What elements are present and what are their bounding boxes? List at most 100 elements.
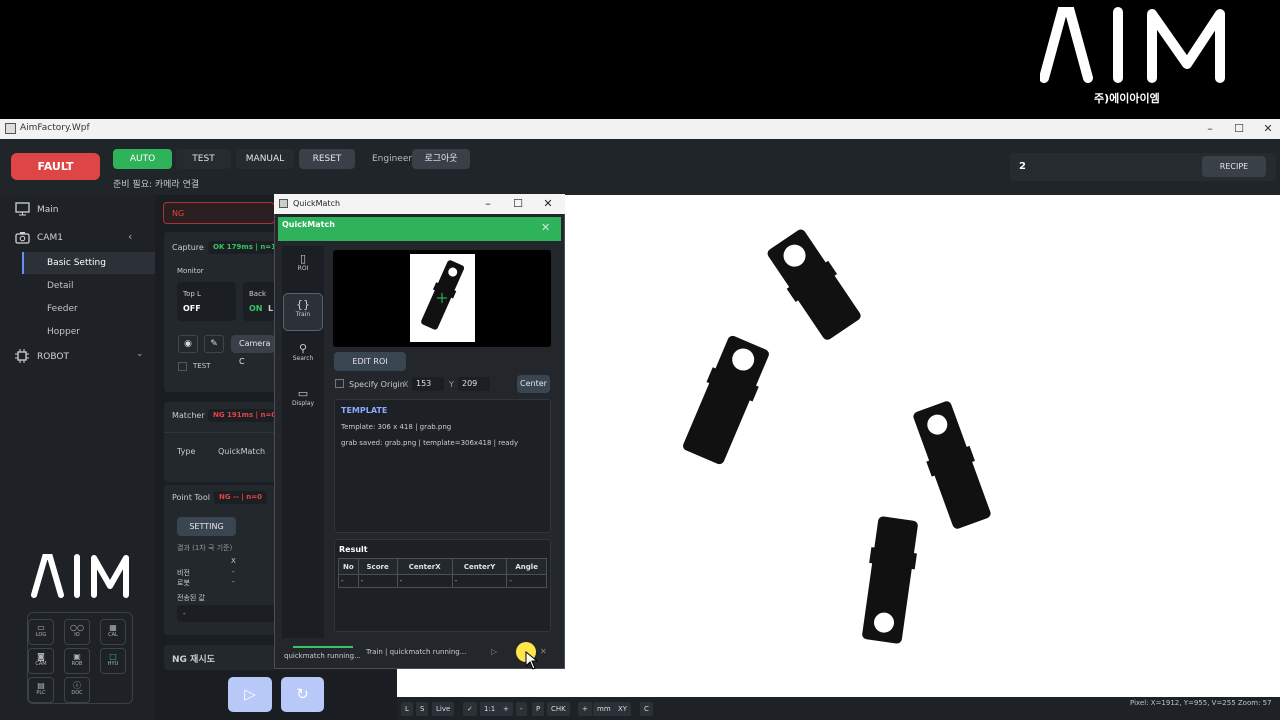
reload-button[interactable]: ↻ [281, 677, 324, 712]
tool-check-icon[interactable]: ✓ [463, 702, 477, 716]
cal-button[interactable]: ▦ CAL [100, 619, 126, 645]
camera-button[interactable]: Camera C [231, 335, 275, 366]
quickmatch-minimize-button[interactable]: – [478, 196, 498, 212]
reset-button[interactable]: RESET [299, 149, 355, 169]
search-icon: ⚲ [298, 342, 308, 355]
fault-button[interactable]: FAULT [11, 153, 100, 180]
hyu-icon: □ [109, 652, 117, 661]
plc-button[interactable]: ▤ PLC [28, 677, 54, 703]
tool-p[interactable]: P [532, 702, 545, 716]
quickmatch-status-right: Train | quickmatch running... [366, 648, 467, 656]
test-checkbox[interactable] [178, 362, 187, 371]
sent-value-label: 전송된 값 [177, 594, 205, 602]
log-button[interactable]: ▭ LOG [28, 619, 54, 645]
doc-button[interactable]: ⓘ DOC [64, 677, 90, 703]
aim-logo [1040, 7, 1225, 83]
top-l-value: OFF [183, 304, 201, 313]
result-title: Result [339, 545, 368, 554]
vision-label: 비전 [177, 569, 190, 577]
quickmatch-app-icon [279, 199, 288, 208]
part-1 [767, 229, 861, 340]
matcher-status-badge: NG 191ms | n=0 [208, 409, 282, 422]
tool-zoom-in[interactable]: + [499, 702, 513, 716]
tool-xy[interactable]: XY [614, 702, 632, 716]
pixel-info: Pixel: X=1912, Y=955, V=255 Zoom: 57 [1130, 699, 1272, 707]
plc-icon: ▤ [37, 681, 45, 690]
close-button[interactable]: ✕ [1258, 121, 1278, 137]
logout-button[interactable]: 로그아웃 [412, 149, 470, 169]
table-row: - - - - - [338, 574, 547, 588]
center-button[interactable]: Center [517, 375, 550, 393]
top-l-label: Top L [183, 290, 201, 298]
brush-icon[interactable]: ✎ [204, 335, 224, 353]
sidebar-item-robot[interactable]: ROBOT [37, 352, 69, 362]
stop-icon[interactable]: ✕ [540, 647, 547, 656]
origin-y-input[interactable]: 209 [458, 377, 490, 391]
document-icon: ▯ [299, 252, 307, 265]
setting-button[interactable]: SETTING [177, 517, 236, 536]
ng-status-text: NG [172, 209, 185, 218]
cam-button[interactable]: ◙ CAM [28, 648, 54, 674]
origin-x-input[interactable]: 153 [412, 377, 444, 391]
back-label: Back [249, 290, 266, 298]
type-value[interactable]: QuickMatch [218, 447, 265, 456]
type-label: Type [177, 447, 196, 456]
quickmatch-header-close-icon[interactable]: ✕ [541, 221, 550, 234]
rob-button[interactable]: ▣ ROB [64, 648, 90, 674]
auto-mode-button[interactable]: AUTO [113, 149, 172, 169]
tool-chk[interactable]: CHK [547, 702, 570, 716]
progress-bar [293, 646, 353, 648]
specify-origin-checkbox[interactable] [335, 379, 344, 388]
quickmatch-close-button[interactable]: ✕ [538, 196, 558, 212]
manual-mode-button[interactable]: MANUAL [236, 149, 294, 169]
sidebar-item-detail[interactable]: Detail [47, 281, 74, 291]
tool-search[interactable]: ⚲ Search [283, 338, 323, 376]
chevron-down-icon[interactable]: ⌄ [136, 349, 144, 359]
play-button[interactable]: ▷ [228, 677, 272, 712]
sent-value: - [183, 610, 186, 618]
io-icon: ○○ [70, 623, 84, 632]
snapshot-icon[interactable]: ◉ [178, 335, 198, 353]
cam-icon: ◙ [37, 652, 45, 661]
tool-zoom-out[interactable]: - [516, 702, 527, 716]
tool-live[interactable]: Live [432, 702, 455, 716]
chevron-left-icon[interactable]: ‹ [128, 230, 132, 243]
io-button[interactable]: ○○ IO [64, 619, 90, 645]
col-no: No [338, 558, 359, 575]
quickmatch-window-title: QuickMatch [293, 199, 341, 208]
run-icon[interactable]: ▷ [491, 647, 497, 656]
vision-x-value: - [232, 568, 235, 576]
hyu-button[interactable]: □ HYU [100, 648, 126, 674]
recipe-button[interactable]: RECIPE [1202, 156, 1266, 177]
sidebar-item-feeder[interactable]: Feeder [47, 304, 78, 314]
col-score: Score [357, 558, 398, 575]
tool-c[interactable]: C [640, 702, 653, 716]
sidebar-item-cam1[interactable]: CAM1 [37, 233, 63, 243]
tool-display[interactable]: ▭ Display [283, 383, 323, 421]
specify-origin-label: Specify Origin [349, 380, 405, 389]
col-centery: CenterY [451, 558, 508, 575]
quickmatch-maximize-button[interactable]: ☐ [508, 196, 528, 212]
tool-l[interactable]: L [401, 702, 413, 716]
tool-one-to-one[interactable]: 1:1 [480, 702, 500, 716]
tool-plus[interactable]: + [578, 702, 592, 716]
robot-x-value: - [232, 578, 235, 586]
minimize-button[interactable]: – [1200, 121, 1220, 137]
edit-roi-button[interactable]: EDIT ROI [334, 352, 406, 371]
back-extra: L [268, 304, 274, 313]
count-value: 2 [1019, 161, 1026, 172]
sidebar-item-hopper[interactable]: Hopper [47, 327, 80, 337]
maximize-button[interactable]: ☐ [1229, 121, 1249, 137]
monitor-label: Monitor [177, 267, 204, 275]
col-angle: Angle [506, 558, 547, 575]
test-mode-button[interactable]: TEST [176, 149, 231, 169]
sent-value-field [177, 605, 275, 622]
robot-label: 로봇 [177, 579, 190, 587]
tool-roi[interactable]: ▯ ROI [283, 248, 323, 286]
tool-s[interactable]: S [416, 702, 429, 716]
reload-icon: ↻ [296, 685, 309, 703]
tool-mm[interactable]: mm [593, 702, 615, 716]
sidebar-item-main[interactable]: Main [37, 205, 59, 215]
sidebar-item-basic-setting[interactable]: Basic Setting [47, 258, 106, 268]
tool-train[interactable]: {} Train [283, 293, 323, 331]
